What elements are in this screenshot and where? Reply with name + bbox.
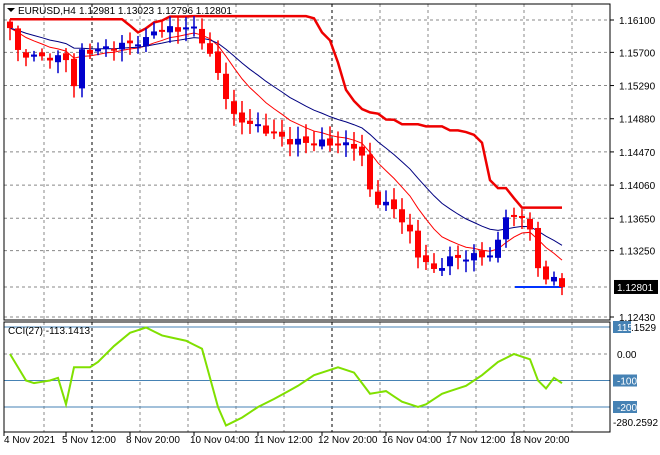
bull-candle xyxy=(295,138,301,145)
bear-candle xyxy=(519,216,525,219)
time-axis: 4 Nov 2021 5 Nov 12:00 8 Nov 20:00 10 Nov 0… xyxy=(3,432,570,446)
bear-candle xyxy=(39,52,45,57)
bear-candle xyxy=(271,131,277,134)
bear-candle xyxy=(479,250,485,258)
bull-candle xyxy=(55,55,61,63)
bull-candle xyxy=(487,255,493,258)
bull-candle xyxy=(447,256,453,267)
bear-candle xyxy=(335,143,341,146)
bull-candle xyxy=(79,49,85,89)
bull-candle xyxy=(471,253,477,261)
bear-candle xyxy=(207,43,213,54)
bull-candle xyxy=(103,46,109,50)
bear-candle xyxy=(511,214,517,217)
bear-candle xyxy=(15,28,21,50)
bear-candle xyxy=(175,27,181,32)
cci-max-label: .1529 xyxy=(631,323,656,334)
bear-candle xyxy=(303,136,309,143)
bear-candle xyxy=(391,199,397,210)
bull-candle xyxy=(439,268,445,271)
time-label: 11 Nov 12:00 xyxy=(254,435,313,446)
bear-candle xyxy=(415,230,421,258)
bear-candle xyxy=(111,48,117,51)
bear-candle xyxy=(263,125,269,134)
cci-header: CCI(27) -113.1413 xyxy=(8,326,91,337)
bull-candle xyxy=(151,31,157,36)
bear-candle xyxy=(359,146,365,156)
price-label: 1.14470 xyxy=(619,148,656,159)
bear-candle xyxy=(407,224,413,232)
cci-level-label: 0.00 xyxy=(617,350,637,361)
time-label: 17 Nov 12:00 xyxy=(446,435,506,446)
bear-candle xyxy=(87,49,93,54)
bull-candle xyxy=(383,201,389,206)
bear-candle xyxy=(7,21,13,29)
bear-candle xyxy=(423,255,429,263)
bear-candle xyxy=(127,40,133,44)
price-label: 1.15290 xyxy=(619,82,656,93)
bull-candle xyxy=(143,37,149,47)
bull-candle xyxy=(495,239,501,258)
bull-candle xyxy=(135,44,141,47)
bear-candle xyxy=(47,57,53,61)
bull-candle xyxy=(343,142,349,146)
time-label: 18 Nov 20:00 xyxy=(510,435,570,446)
bear-candle xyxy=(247,120,253,124)
cci-min-label: -280.2592 xyxy=(613,418,658,429)
time-label: 10 Nov 04:00 xyxy=(190,435,250,446)
bear-candle xyxy=(455,254,461,258)
time-label: 5 Nov 12:00 xyxy=(62,435,116,446)
bear-candle xyxy=(23,52,29,58)
price-label: 1.15700 xyxy=(619,48,656,59)
bear-candle xyxy=(559,278,565,287)
price-label: 1.16100 xyxy=(619,16,656,27)
bear-candle xyxy=(431,263,437,269)
bear-candle xyxy=(231,101,237,114)
ohlc-header: 1.12981 1.13023 1.12796 1.12801 xyxy=(79,6,232,17)
bull-candle xyxy=(551,276,557,282)
bear-candle xyxy=(63,53,69,61)
bear-candle xyxy=(159,29,165,32)
bull-candle xyxy=(255,124,261,127)
bear-candle xyxy=(279,131,285,137)
bull-candle xyxy=(191,26,197,29)
bull-candle xyxy=(463,259,469,262)
bull-candle xyxy=(119,42,125,50)
bear-candle xyxy=(399,209,405,223)
bull-candle xyxy=(31,54,37,57)
bear-candle xyxy=(543,266,549,280)
bear-candle xyxy=(223,73,229,100)
time-label: 8 Nov 20:00 xyxy=(126,435,180,446)
symbol-header: EURUSD,H4 xyxy=(18,6,76,17)
time-label: 4 Nov 2021 xyxy=(4,435,56,446)
price-chart[interactable]: 1.16100 1.15700 1.15290 1.14880 1.14470 1.140… xyxy=(0,0,660,450)
bear-candle xyxy=(287,139,293,145)
cci-level-label: -100 xyxy=(617,377,637,388)
bear-candle xyxy=(351,143,357,149)
bear-candle xyxy=(535,227,541,269)
bear-candle xyxy=(239,112,245,123)
price-label: 1.13650 xyxy=(619,214,656,225)
price-label: 1.14060 xyxy=(619,181,656,192)
cci-level-label: -200 xyxy=(617,403,637,414)
bear-candle xyxy=(215,51,221,73)
bear-candle xyxy=(71,58,77,87)
price-label: 1.14880 xyxy=(619,115,656,126)
time-label: 16 Nov 04:00 xyxy=(382,435,442,446)
bull-candle xyxy=(167,26,173,33)
bull-candle xyxy=(319,139,325,147)
bull-candle xyxy=(183,27,189,30)
bear-candle xyxy=(311,143,317,146)
bull-candle xyxy=(503,217,509,240)
bear-candle xyxy=(375,191,381,205)
bear-candle xyxy=(527,218,533,230)
bear-candle xyxy=(327,138,333,146)
time-label: 12 Nov 20:00 xyxy=(318,435,378,446)
current-price-label: 1.12801 xyxy=(617,283,654,294)
bear-candle xyxy=(199,28,205,44)
price-label: 1.13250 xyxy=(619,247,656,258)
bull-candle xyxy=(95,49,101,52)
bear-candle xyxy=(367,154,373,190)
